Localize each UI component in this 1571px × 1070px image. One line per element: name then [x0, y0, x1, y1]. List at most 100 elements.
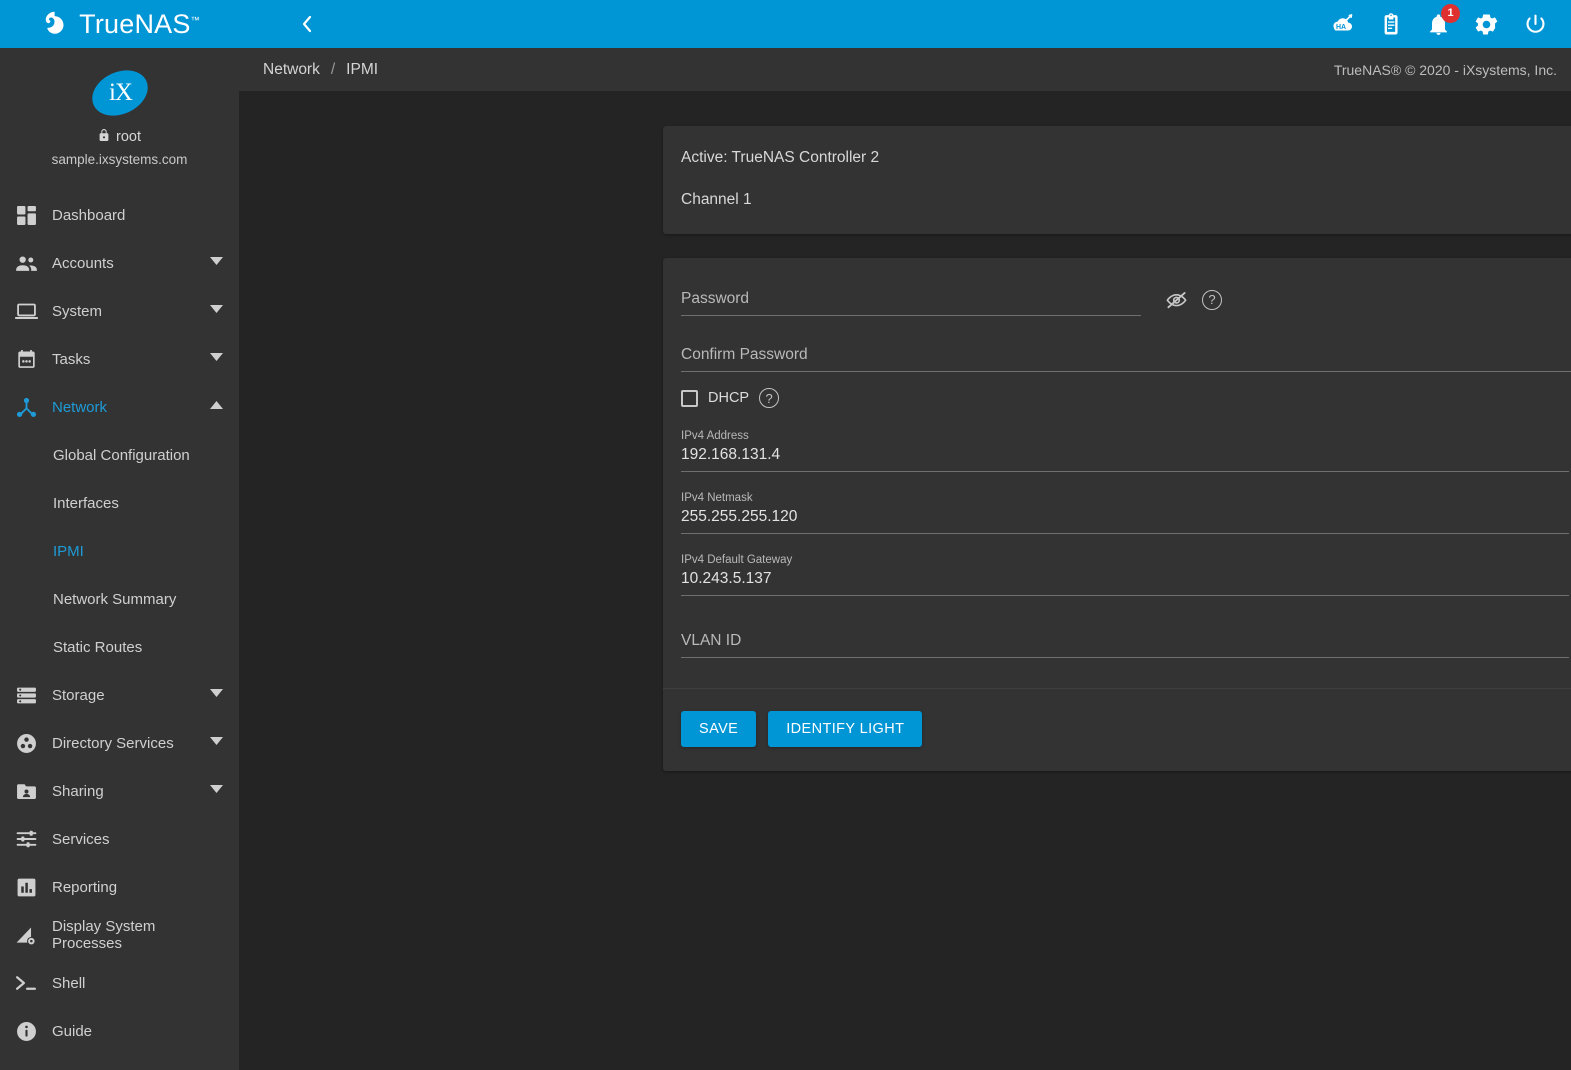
bell-icon[interactable]: 1 [1428, 3, 1460, 36]
lock-icon [98, 128, 110, 146]
sidebar-item-reporting[interactable]: Reporting [0, 863, 239, 911]
sidebar-subitem-label: Network Summary [53, 590, 177, 608]
truenas-logo-icon [39, 9, 69, 39]
chevron-down-icon[interactable] [210, 257, 223, 269]
sidebar-item-global-configuration[interactable]: Global Configuration [0, 431, 239, 479]
sidebar-subitem-label: Interfaces [53, 494, 119, 512]
password-input[interactable] [681, 288, 1141, 316]
ipv4-netmask-input[interactable] [681, 506, 1569, 534]
sidebar-item-label: Accounts [52, 254, 114, 272]
ipv4-address-input[interactable] [681, 444, 1569, 472]
help-circle-icon[interactable]: ? [759, 388, 780, 408]
sidebar-item-sharing[interactable]: Sharing [0, 767, 239, 815]
vlan-id-field: ? [681, 630, 1571, 658]
sidebar-item-shell[interactable]: Shell [0, 959, 239, 1007]
sharing-folder-icon [12, 779, 40, 803]
ipv4-default-gateway-input-wrap [681, 568, 1569, 596]
ipv4-address-field: IPv4 Address ? [681, 430, 1571, 472]
sidebar-item-label: Network [52, 398, 108, 416]
ipmi-form-wrapper: Active: TrueNAS Controller 2 Channel 1 ?… [663, 126, 1571, 771]
channel-select[interactable]: Channel 1 [681, 186, 1571, 214]
form-actions: SAVE IDENTIFY LIGHT [663, 688, 1571, 771]
brand-logo-area[interactable]: TrueNAS™ [0, 0, 239, 48]
sidebar-item-services[interactable]: Services [0, 815, 239, 863]
breadcrumb-current: IPMI [346, 60, 379, 78]
tasks-calendar-icon [12, 347, 40, 371]
sidebar-item-label: Tasks [52, 350, 91, 368]
body-row: iX root sample.ixsystems.com Dashboard A… [0, 48, 1571, 1070]
dhcp-checkbox-row: DHCP ? [681, 388, 1571, 408]
sidebar-item-label: Shell [52, 974, 86, 992]
chevron-down-icon[interactable] [210, 785, 223, 797]
ipv4-netmask-label: IPv4 Netmask [681, 492, 753, 504]
ipv4-default-gateway-field: IPv4 Default Gateway ? [681, 554, 1571, 596]
sidebar-item-tasks[interactable]: Tasks [0, 335, 239, 383]
notification-badge: 1 [1441, 3, 1460, 23]
gear-icon[interactable] [1475, 13, 1498, 36]
power-icon[interactable] [1524, 13, 1547, 36]
sidebar-item-static-routes[interactable]: Static Routes [0, 623, 239, 671]
dhcp-label: DHCP [708, 390, 750, 406]
sidebar-subitem-label: Global Configuration [53, 446, 190, 464]
ipv4-address-input-wrap [681, 444, 1569, 472]
sidebar-item-interfaces[interactable]: Interfaces [0, 479, 239, 527]
storage-icon [12, 683, 40, 707]
eye-off-icon[interactable] [1165, 290, 1188, 310]
chevron-down-icon[interactable] [210, 737, 223, 749]
chevron-down-icon[interactable] [210, 689, 223, 701]
accounts-icon [12, 251, 40, 275]
confirm-password-field-row [681, 344, 1571, 372]
ipv4-default-gateway-label: IPv4 Default Gateway [681, 554, 793, 566]
top-bar-actions: HA 1 [239, 0, 1571, 48]
vlan-id-input[interactable] [681, 630, 1569, 658]
confirm-password-input[interactable] [681, 344, 1571, 372]
svg-text:HA: HA [1336, 24, 1346, 31]
sidebar: iX root sample.ixsystems.com Dashboard A… [0, 48, 239, 1070]
sidebar-item-ipmi[interactable]: IPMI [0, 527, 239, 575]
clipboard-tasks-icon[interactable] [1381, 12, 1402, 36]
sidebar-item-network-summary[interactable]: Network Summary [0, 575, 239, 623]
breadcrumb-parent[interactable]: Network [263, 61, 320, 79]
sidebar-item-label: Services [52, 830, 110, 848]
username-row: root [0, 128, 239, 146]
chevron-left-icon[interactable] [301, 14, 314, 34]
password-adornments: ? [1165, 289, 1222, 315]
sidebar-item-label: Storage [52, 686, 105, 704]
truenas-app-window: TrueNAS™ HA 1 iX root sample.ixsystems.c… [0, 0, 1571, 1070]
system-icon [12, 299, 40, 323]
ipv4-address-label: IPv4 Address [681, 430, 749, 442]
services-sliders-icon [12, 827, 40, 851]
chevron-down-icon[interactable] [210, 305, 223, 317]
sidebar-item-label: Directory Services [52, 734, 174, 752]
page-scroll-region: Active: TrueNAS Controller 2 Channel 1 ?… [239, 91, 1571, 1070]
sidebar-item-label: Sharing [52, 782, 104, 800]
sidebar-item-guide[interactable]: Guide [0, 1007, 239, 1055]
reporting-chart-icon [12, 875, 40, 899]
sidebar-item-network[interactable]: Network [0, 383, 239, 431]
ha-status-icon[interactable]: HA [1329, 13, 1355, 35]
content-area: Network / IPMI TrueNAS® © 2020 - iXsyste… [239, 48, 1571, 1070]
help-circle-icon[interactable]: ? [1202, 289, 1222, 310]
channel-select-value: Channel 1 [681, 191, 752, 208]
sidebar-item-directory-services[interactable]: Directory Services [0, 719, 239, 767]
identify-light-button[interactable]: IDENTIFY LIGHT [768, 711, 923, 747]
sidebar-item-display-system-processes[interactable]: Display System Processes [0, 911, 239, 959]
sidebar-item-system[interactable]: System [0, 287, 239, 335]
ipv4-default-gateway-input[interactable] [681, 568, 1569, 596]
sidebar-item-storage[interactable]: Storage [0, 671, 239, 719]
hamburger-menu-icon[interactable] [261, 16, 283, 32]
controller-select-value: Active: TrueNAS Controller 2 [681, 149, 880, 166]
sidebar-item-label: Reporting [52, 878, 118, 896]
chevron-up-icon[interactable] [210, 401, 223, 413]
hostname-label: sample.ixsystems.com [51, 152, 188, 167]
save-button[interactable]: SAVE [681, 711, 757, 747]
controller-select[interactable]: Active: TrueNAS Controller 2 [681, 144, 1571, 172]
ix-logo: iX [84, 61, 155, 125]
ix-logo-text: iX [108, 79, 131, 106]
sidebar-item-accounts[interactable]: Accounts [0, 239, 239, 287]
chevron-down-icon[interactable] [210, 353, 223, 365]
sidebar-item-dashboard[interactable]: Dashboard [0, 191, 239, 239]
ipv4-netmask-field: IPv4 Netmask ? [681, 492, 1571, 534]
shell-prompt-icon [12, 971, 40, 995]
dhcp-checkbox[interactable] [681, 389, 698, 407]
